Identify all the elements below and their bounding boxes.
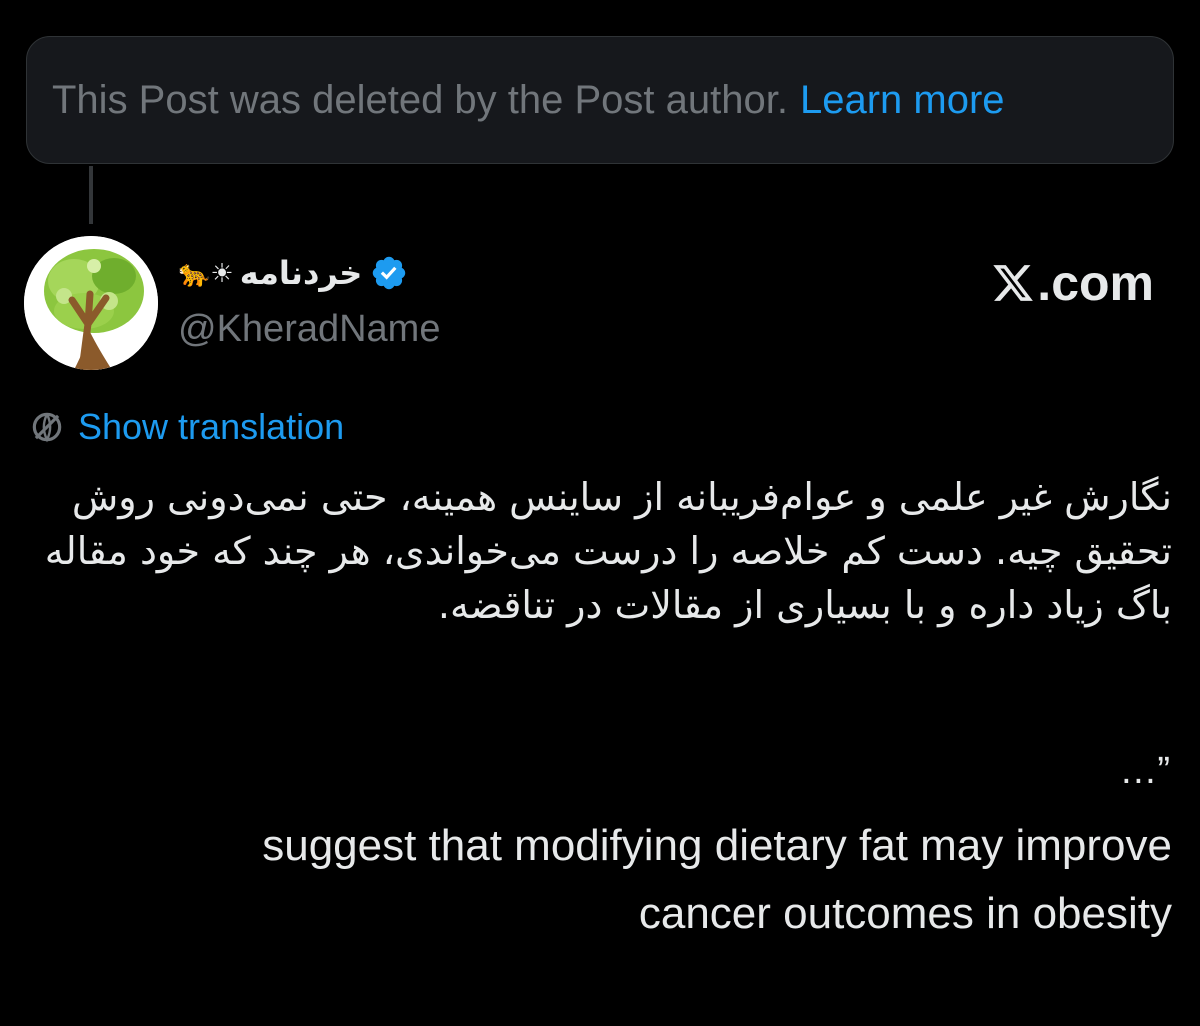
thread-connector-line	[89, 166, 93, 224]
author-handle[interactable]: @KheradName	[178, 308, 440, 351]
learn-more-link[interactable]: Learn more	[800, 78, 1005, 123]
author-display-name[interactable]: 🐆☀ خردنامه	[178, 248, 478, 298]
display-name-text: خردنامه	[239, 254, 363, 292]
quote-line-1: suggest that modifying dietary fat may i…	[262, 821, 1172, 870]
site-watermark: .com	[991, 254, 1154, 312]
show-translation-button[interactable]: Show translation	[28, 406, 344, 448]
deleted-post-notice: This Post was deleted by the Post author…	[26, 36, 1174, 164]
post-body-persian: نگارش غیر علمی و عوام‌فریبانه از ساینس ه…	[44, 475, 1172, 627]
avatar[interactable]	[24, 236, 158, 370]
deleted-notice-text: This Post was deleted by the Post author…	[52, 77, 788, 122]
globe-icon	[32, 412, 62, 443]
tree-head-avatar-icon	[24, 236, 158, 370]
x-logo-icon	[993, 265, 1034, 301]
verified-badge-icon	[373, 256, 406, 290]
site-mark-text: .com	[1037, 255, 1154, 311]
show-translation-label: Show translation	[78, 406, 345, 447]
quoted-excerpt: suggest that modifying dietary fat may i…	[22, 812, 1172, 948]
name-emojis: 🐆☀	[178, 257, 234, 288]
quote-line-2: cancer outcomes in obesity	[638, 889, 1172, 938]
quote-ellipsis: …”	[1119, 750, 1170, 792]
